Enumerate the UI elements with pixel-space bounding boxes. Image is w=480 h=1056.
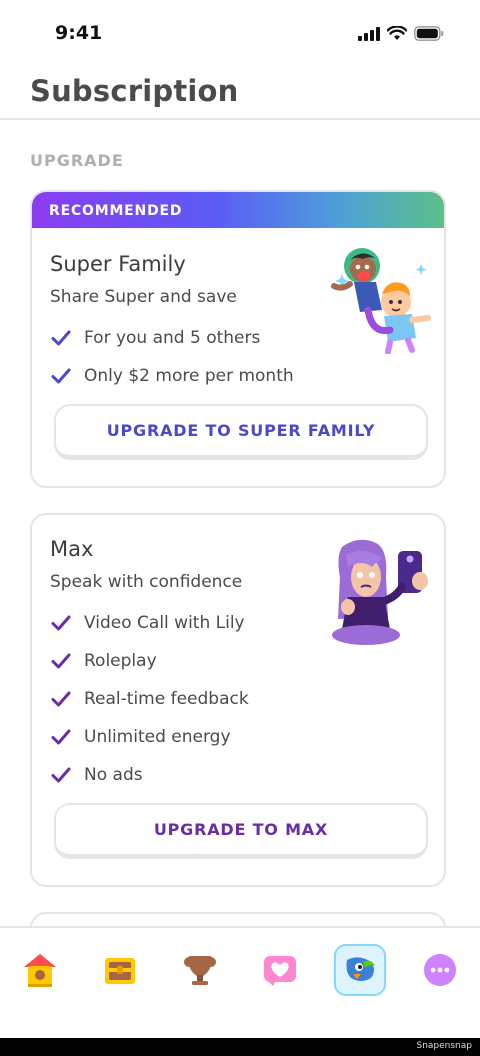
section-label: UPGRADE	[30, 151, 124, 170]
recommended-badge: RECOMMENDED	[32, 192, 444, 228]
treasure-chest-icon	[105, 958, 135, 984]
wifi-icon	[387, 26, 407, 40]
heart-icon	[264, 956, 296, 986]
trophy-icon	[184, 956, 216, 985]
plan-subtitle: Speak with confidence	[50, 572, 243, 592]
signal-icon	[358, 26, 380, 41]
watermark: Snapensnap	[416, 1041, 472, 1051]
bottom-strip: Snapensnap	[0, 1038, 480, 1056]
feature-item: No ads	[50, 763, 143, 787]
feature-text: No ads	[84, 765, 143, 785]
status-bar: 9:41	[0, 0, 480, 70]
tab-home[interactable]	[14, 944, 66, 996]
tab-more[interactable]	[414, 944, 466, 996]
battery-icon	[414, 26, 444, 41]
plan-title: Max	[50, 537, 94, 561]
check-icon	[51, 330, 71, 346]
home-icon	[24, 954, 56, 987]
check-icon	[51, 615, 71, 631]
page-title: Subscription	[30, 74, 239, 108]
feature-item: Unlimited energy	[50, 725, 231, 749]
feature-text: Only $2 more per month	[84, 366, 294, 386]
tab-friends[interactable]	[254, 944, 306, 996]
more-icon	[424, 954, 456, 986]
feature-text: Unlimited energy	[84, 727, 231, 747]
status-icons	[358, 26, 444, 41]
feature-text: For you and 5 others	[84, 328, 261, 348]
check-icon	[51, 653, 71, 669]
check-icon	[51, 368, 71, 384]
feature-text: Roleplay	[84, 651, 157, 671]
tab-quests[interactable]	[94, 944, 146, 996]
feature-item: Real-time feedback	[50, 687, 249, 711]
bottom-tab-bar	[0, 926, 480, 1040]
upgrade-max-button[interactable]: UPGRADE TO MAX	[54, 803, 428, 859]
check-icon	[51, 691, 71, 707]
super-family-card: RECOMMENDED Super Family Share Super and…	[30, 190, 446, 488]
family-characters-illustration	[331, 248, 431, 354]
header-divider	[0, 118, 480, 120]
check-icon	[51, 767, 71, 783]
bird-profile-icon	[346, 957, 375, 981]
status-time: 9:41	[55, 22, 103, 44]
feature-item: Roleplay	[50, 649, 157, 673]
tab-leaderboard[interactable]	[174, 944, 226, 996]
feature-text: Real-time feedback	[84, 689, 249, 709]
feature-item: Only $2 more per month	[50, 364, 294, 388]
feature-text: Video Call with Lily	[84, 613, 245, 633]
feature-item: Video Call with Lily	[50, 611, 245, 635]
max-card: Max Speak with confidence Video Call wit…	[30, 513, 446, 887]
upgrade-super-family-button[interactable]: UPGRADE TO SUPER FAMILY	[54, 404, 428, 460]
lily-character-illustration	[332, 539, 428, 645]
tab-profile[interactable]	[334, 944, 386, 996]
feature-item: For you and 5 others	[50, 326, 260, 350]
plan-subtitle: Share Super and save	[50, 287, 237, 307]
check-icon	[51, 729, 71, 745]
plan-title: Super Family	[50, 252, 186, 276]
